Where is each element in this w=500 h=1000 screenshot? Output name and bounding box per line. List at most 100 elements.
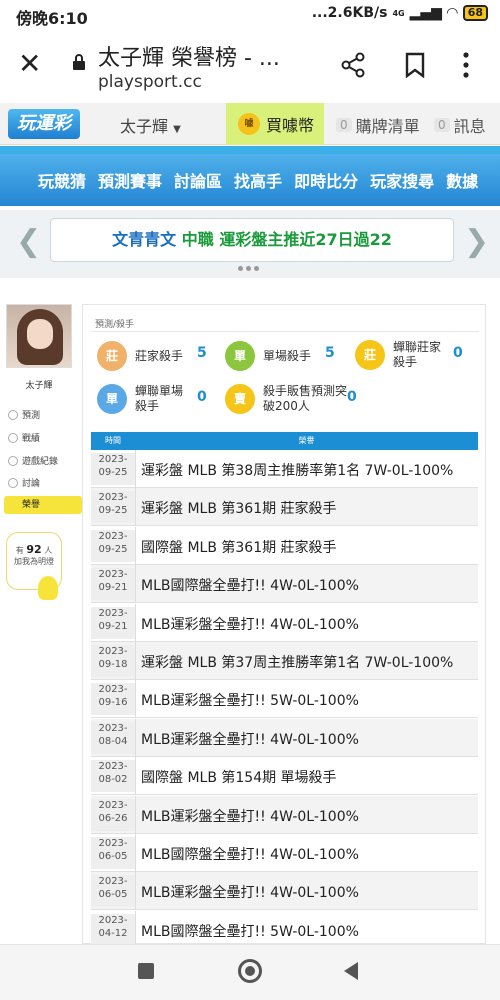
chevron-right-icon[interactable]: ❯: [464, 224, 489, 259]
chevron-left-icon[interactable]: ❮: [16, 224, 41, 259]
message-count: 0: [434, 118, 450, 132]
badge-count: 0: [453, 345, 463, 361]
page-title: 太子輝 榮譽榜 - ...: [98, 46, 280, 71]
banner-user: 文青青文: [112, 230, 177, 249]
home-icon[interactable]: [238, 959, 262, 983]
table-row: 2023- 09-21 MLB運彩盤全壘打!! 4W-0L-100%: [91, 603, 478, 642]
table-row: 2023- 09-18 運彩盤 MLB 第37周主推勝率第1名 7W-0L-100%: [91, 642, 478, 680]
row-divider: [135, 450, 136, 488]
sidebar-item-record[interactable]: 戰績: [8, 431, 40, 444]
banner-message[interactable]: 文青青文 中職 運彩盤主推近27日過22: [50, 218, 454, 262]
row-date: 2023- 09-25: [91, 453, 135, 485]
table-row: 2023- 08-04 MLB運彩盤全壘打!! 4W-0L-100%: [91, 718, 478, 757]
avatar[interactable]: [6, 304, 72, 368]
single-killer-icon: 單: [225, 341, 255, 371]
bookmark-icon[interactable]: [405, 52, 425, 78]
lock-icon: [73, 54, 85, 70]
row-divider: [135, 872, 136, 911]
table-row: 2023- 09-25 國際盤 MLB 第361期 莊家殺手: [91, 526, 478, 565]
announcement-banner: ❮ 文青青文 中職 運彩盤主推近27日過22 ❯: [0, 210, 500, 278]
sidebar-item-label: 榮譽: [22, 500, 41, 510]
profile-username: 太子輝: [25, 381, 53, 391]
table-header: 時間 榮譽: [91, 432, 478, 450]
nav-item-guess[interactable]: 玩競猜: [38, 168, 86, 192]
divider: [91, 331, 479, 332]
buy-coin-button[interactable]: 噱 買噱幣: [226, 103, 324, 145]
site-logo[interactable]: 玩運彩: [8, 109, 80, 139]
row-date: 2023- 09-18: [91, 645, 135, 677]
user-dropdown[interactable]: 太子輝 ▼: [120, 113, 181, 137]
consecutive-single-icon: 單: [97, 384, 127, 414]
row-honor: MLB運彩盤全壘打!! 4W-0L-100%: [141, 731, 359, 748]
message-label: 訊息: [453, 117, 486, 136]
row-honor: MLB運彩盤全壘打!! 4W-0L-100%: [141, 616, 359, 633]
badge-sales-200: 賣 殺手販售預測突破200人 0: [225, 379, 365, 419]
main-nav: 玩競猜 預測賽事 討論區 找高手 即時比分 玩家搜尋 數據: [0, 146, 500, 206]
row-honor: MLB國際盤全壘打!! 4W-0L-100%: [141, 578, 359, 595]
badge-label: 單場殺手: [263, 348, 312, 363]
game-log-icon: [8, 455, 18, 466]
row-honor: 國際盤 MLB 第361期 莊家殺手: [141, 539, 337, 556]
nav-item-player-search[interactable]: 玩家搜尋: [370, 168, 434, 192]
fans-prefix: 有: [15, 546, 24, 555]
row-date: 2023- 04-12: [91, 913, 135, 946]
sidebar-item-predict[interactable]: 預測: [8, 408, 40, 421]
sidebar-item-label: 戰績: [22, 434, 41, 444]
nav-item-data[interactable]: 數據: [446, 168, 478, 192]
sidebar-item-honor[interactable]: 榮譽: [4, 496, 82, 514]
breadcrumb: 預測/殺手: [95, 320, 135, 330]
nav-item-forum[interactable]: 討論區: [174, 168, 222, 192]
table-row: 2023- 09-21 MLB國際盤全壘打!! 4W-0L-100%: [91, 565, 478, 604]
table-row: 2023- 06-05 MLB國際盤全壘打!! 4W-0L-100%: [91, 834, 478, 872]
row-date: 2023- 06-05: [91, 875, 135, 908]
network-type: 4G: [392, 8, 405, 18]
sidebar-item-game-log[interactable]: 遊戲紀錄: [8, 454, 58, 467]
badge-count: 0: [197, 389, 207, 405]
cart-label: 購牌清單: [355, 117, 420, 136]
page-url[interactable]: playsport.cc: [98, 72, 202, 92]
row-date: 2023- 08-04: [91, 721, 135, 754]
row-honor: MLB運彩盤全壘打!! 4W-0L-100%: [141, 885, 359, 902]
badge-consecutive-banker-killer: 莊 蟬聯莊家殺手 0: [355, 335, 475, 375]
recent-apps-icon[interactable]: [138, 963, 154, 979]
row-divider: [135, 488, 136, 527]
battery-icon: 68: [462, 5, 488, 21]
user-name: 太子輝: [120, 117, 169, 136]
coin-icon: 噱: [238, 113, 260, 135]
sidebar-item-label: 遊戲紀錄: [22, 457, 59, 467]
back-icon[interactable]: [344, 962, 358, 980]
header-date: 時間: [105, 436, 121, 445]
row-divider: [135, 603, 136, 642]
badge-consecutive-single-killer: 單 蟬聯單場殺手 0: [97, 379, 217, 419]
row-honor: 運彩盤 MLB 第361期 莊家殺手: [141, 501, 337, 518]
table-row: 2023- 08-02 國際盤 MLB 第154期 單場殺手: [91, 757, 478, 796]
cart-link[interactable]: 0 購牌清單: [336, 113, 420, 137]
share-icon[interactable]: [340, 52, 366, 78]
header-honor: 榮譽: [298, 436, 315, 445]
badge-banker-killer: 莊 莊家殺手 5: [97, 339, 217, 373]
profile-sidebar: 太子輝 預測 戰績 遊戲紀錄 討論 榮譽 有 92 人 加我為明燈: [0, 300, 84, 640]
banker-killer-icon: 莊: [97, 341, 127, 371]
more-menu-icon[interactable]: [462, 50, 470, 80]
signal-icon: ▂▄▆: [409, 5, 442, 21]
badge-count: 5: [197, 345, 207, 361]
system-nav-bar: [0, 944, 500, 1000]
banner-league: 中職: [181, 230, 214, 249]
nav-item-predict[interactable]: 預測賽事: [98, 168, 162, 192]
row-date: 2023- 06-26: [91, 798, 135, 831]
close-icon[interactable]: ✕: [18, 50, 41, 78]
row-honor: 運彩盤 MLB 第37周主推勝率第1名 7W-0L-100%: [141, 655, 454, 671]
message-link[interactable]: 0 訊息: [434, 113, 486, 137]
browser-toolbar: ✕ 太子輝 榮譽榜 - ... playsport.cc: [0, 30, 500, 102]
row-divider: [135, 680, 136, 719]
nav-item-live-score[interactable]: 即時比分: [294, 168, 358, 192]
cart-count: 0: [336, 118, 352, 132]
sidebar-item-discuss[interactable]: 討論: [8, 476, 40, 489]
site-header: 玩運彩 太子輝 ▼ 噱 買噱幣 0 購牌清單 0 訊息: [0, 103, 500, 145]
sales-killer-icon: 賣: [225, 384, 255, 414]
banner-text: 運彩盤主推近27日過22: [219, 230, 392, 249]
badge-count: 0: [347, 389, 357, 405]
status-time: 傍晚6:10: [16, 9, 88, 28]
nav-item-experts[interactable]: 找高手: [234, 168, 282, 192]
row-honor: 國際盤 MLB 第154期 單場殺手: [141, 770, 337, 787]
